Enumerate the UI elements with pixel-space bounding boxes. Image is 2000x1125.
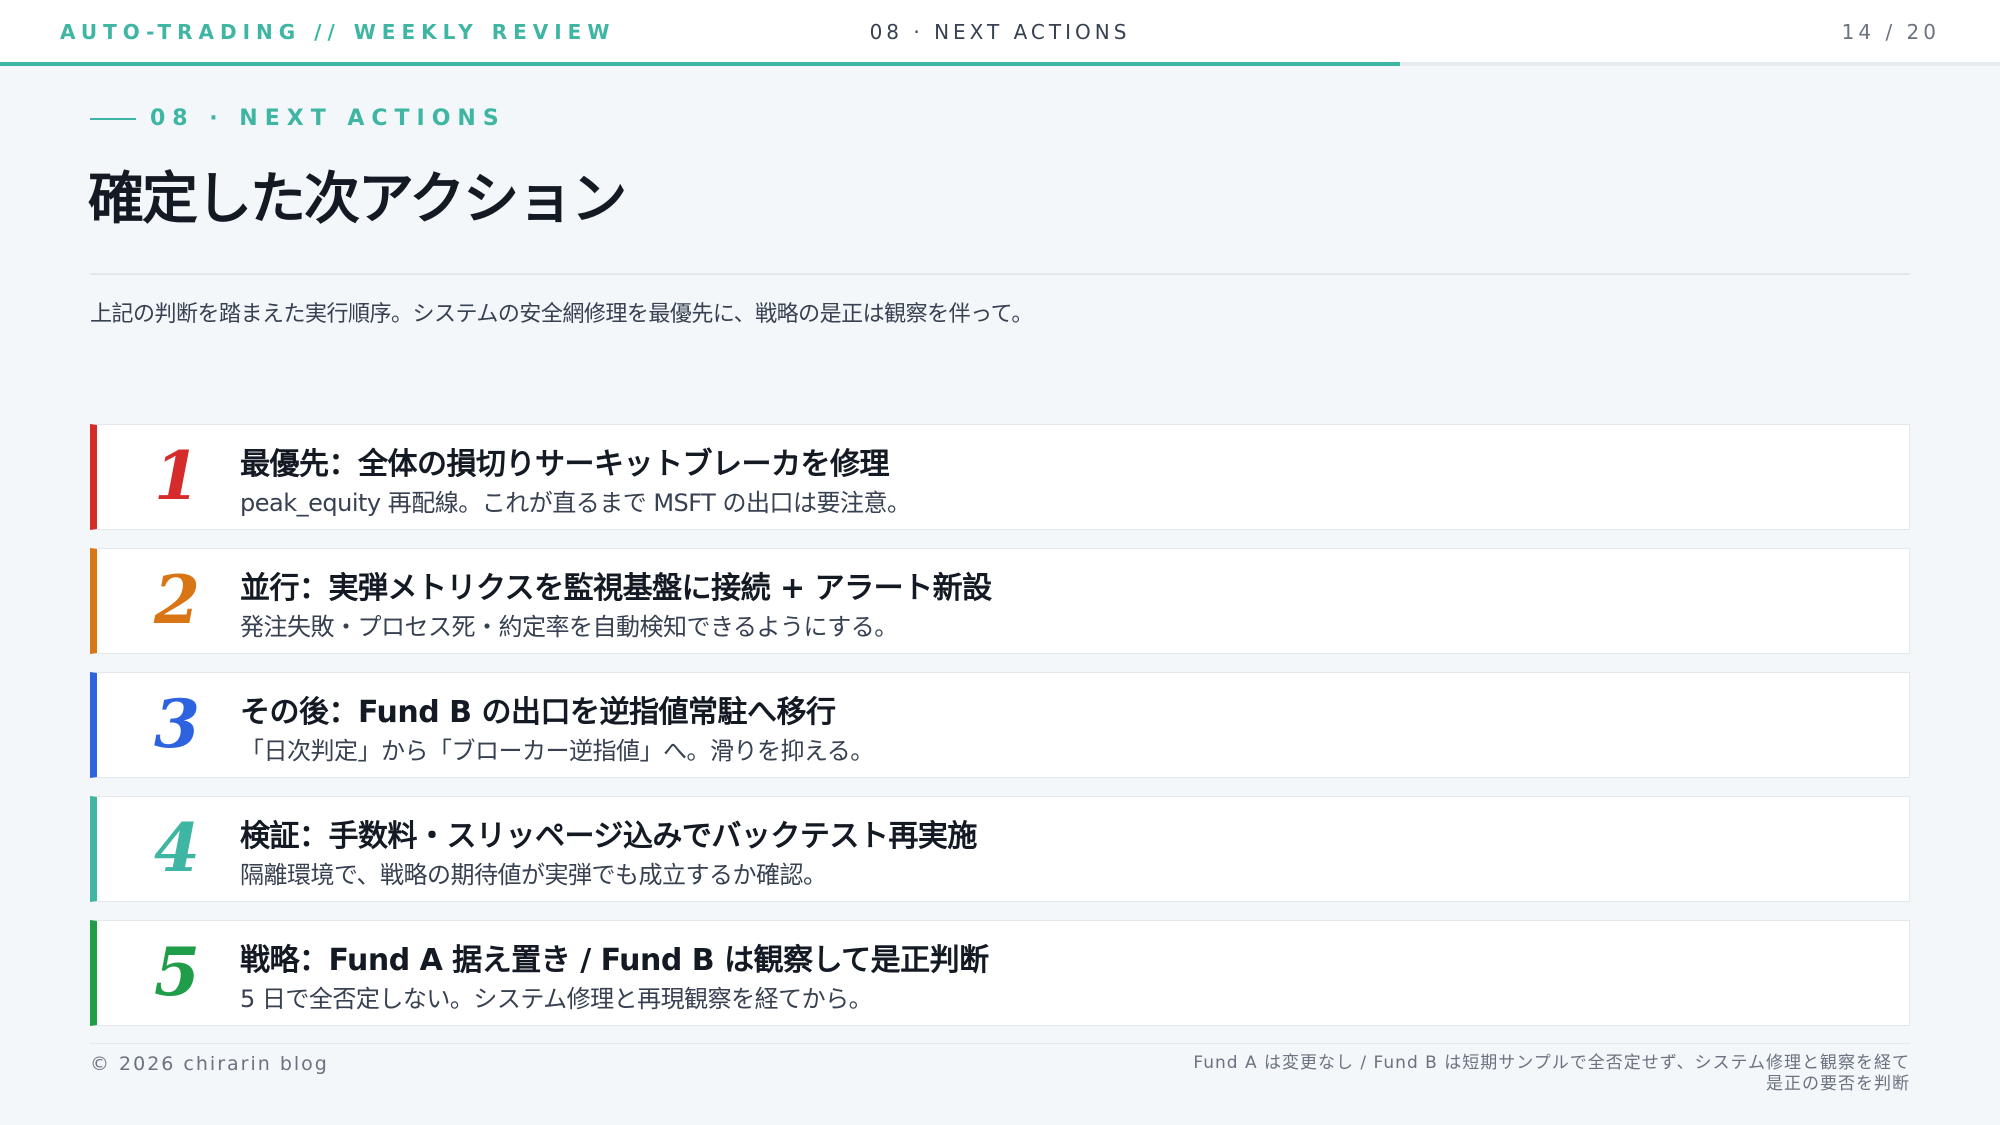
progress-bar	[0, 62, 2000, 66]
action-description: 発注失敗・プロセス死・約定率を自動検知できるようにする。	[240, 613, 898, 641]
eyebrow-rule	[90, 117, 136, 120]
action-title: 検証：手数料・スリッページ込みでバックテスト再実施	[240, 819, 977, 854]
top-bar: AUTO-TRADING // WEEKLY REVIEW 08 · NEXT …	[0, 0, 2000, 64]
action-card-1: 1 最優先：全体の損切りサーキットブレーカを修理 peak_equity 再配線…	[90, 424, 1910, 530]
page-number: 14 / 20	[1841, 20, 1940, 44]
lead-text: 上記の判断を踏まえた実行順序。システムの安全網修理を最優先に、戦略の是正は観察を…	[90, 302, 1033, 327]
footer-note: Fund A は変更なし / Fund B は短期サンプルで全否定せず、システム…	[1010, 1053, 1910, 1095]
action-card-2: 2 並行：実弾メトリクスを監視基盤に接続 + アラート新設 発注失敗・プロセス死…	[90, 548, 1910, 654]
footer-note-line-2: 是正の要否を判断	[1766, 1074, 1910, 1094]
action-number: 5	[154, 933, 200, 1011]
action-card-5: 5 戦略：Fund A 据え置き / Fund B は観察して是正判断 5 日で…	[90, 920, 1910, 1026]
action-number: 1	[154, 437, 200, 515]
action-card-3: 3 その後：Fund B の出口を逆指値常駐へ移行 「日次判定」から「ブローカー…	[90, 672, 1910, 778]
action-number: 4	[154, 809, 200, 887]
eyebrow-text: 08 · NEXT ACTIONS	[150, 106, 506, 131]
action-description: 隔離環境で、戦略の期待値が実弾でも成立するか確認。	[240, 861, 827, 889]
action-title: 最優先：全体の損切りサーキットブレーカを修理	[240, 447, 890, 482]
action-description: 「日次判定」から「ブローカー逆指値」へ。滑りを抑える。	[240, 737, 874, 765]
action-number: 2	[154, 561, 200, 639]
action-card-4: 4 検証：手数料・スリッページ込みでバックテスト再実施 隔離環境で、戦略の期待値…	[90, 796, 1910, 902]
action-title: 戦略：Fund A 据え置き / Fund B は観察して是正判断	[240, 943, 989, 978]
action-number: 3	[154, 685, 200, 763]
page-title: 確定した次アクション	[88, 167, 627, 232]
footer-divider	[90, 1043, 1910, 1044]
action-title: その後：Fund B の出口を逆指値常駐へ移行	[240, 695, 836, 730]
action-title: 並行：実弾メトリクスを監視基盤に接続 + アラート新設	[240, 571, 992, 606]
action-description: peak_equity 再配線。これが直るまで MSFT の出口は要注意。	[240, 489, 911, 517]
footer-note-line-1: Fund A は変更なし / Fund B は短期サンプルで全否定せず、システム…	[1193, 1053, 1910, 1073]
section-label: 08 · NEXT ACTIONS	[869, 20, 1131, 44]
section-eyebrow: 08 · NEXT ACTIONS	[90, 106, 506, 131]
action-description: 5 日で全否定しない。システム修理と再現観察を経てから。	[240, 985, 873, 1013]
action-list: 1 最優先：全体の損切りサーキットブレーカを修理 peak_equity 再配線…	[90, 424, 1910, 1044]
copyright-text: © 2026 chirarin blog	[90, 1053, 329, 1075]
progress-bar-fill	[0, 62, 1400, 66]
title-divider	[90, 273, 1910, 275]
